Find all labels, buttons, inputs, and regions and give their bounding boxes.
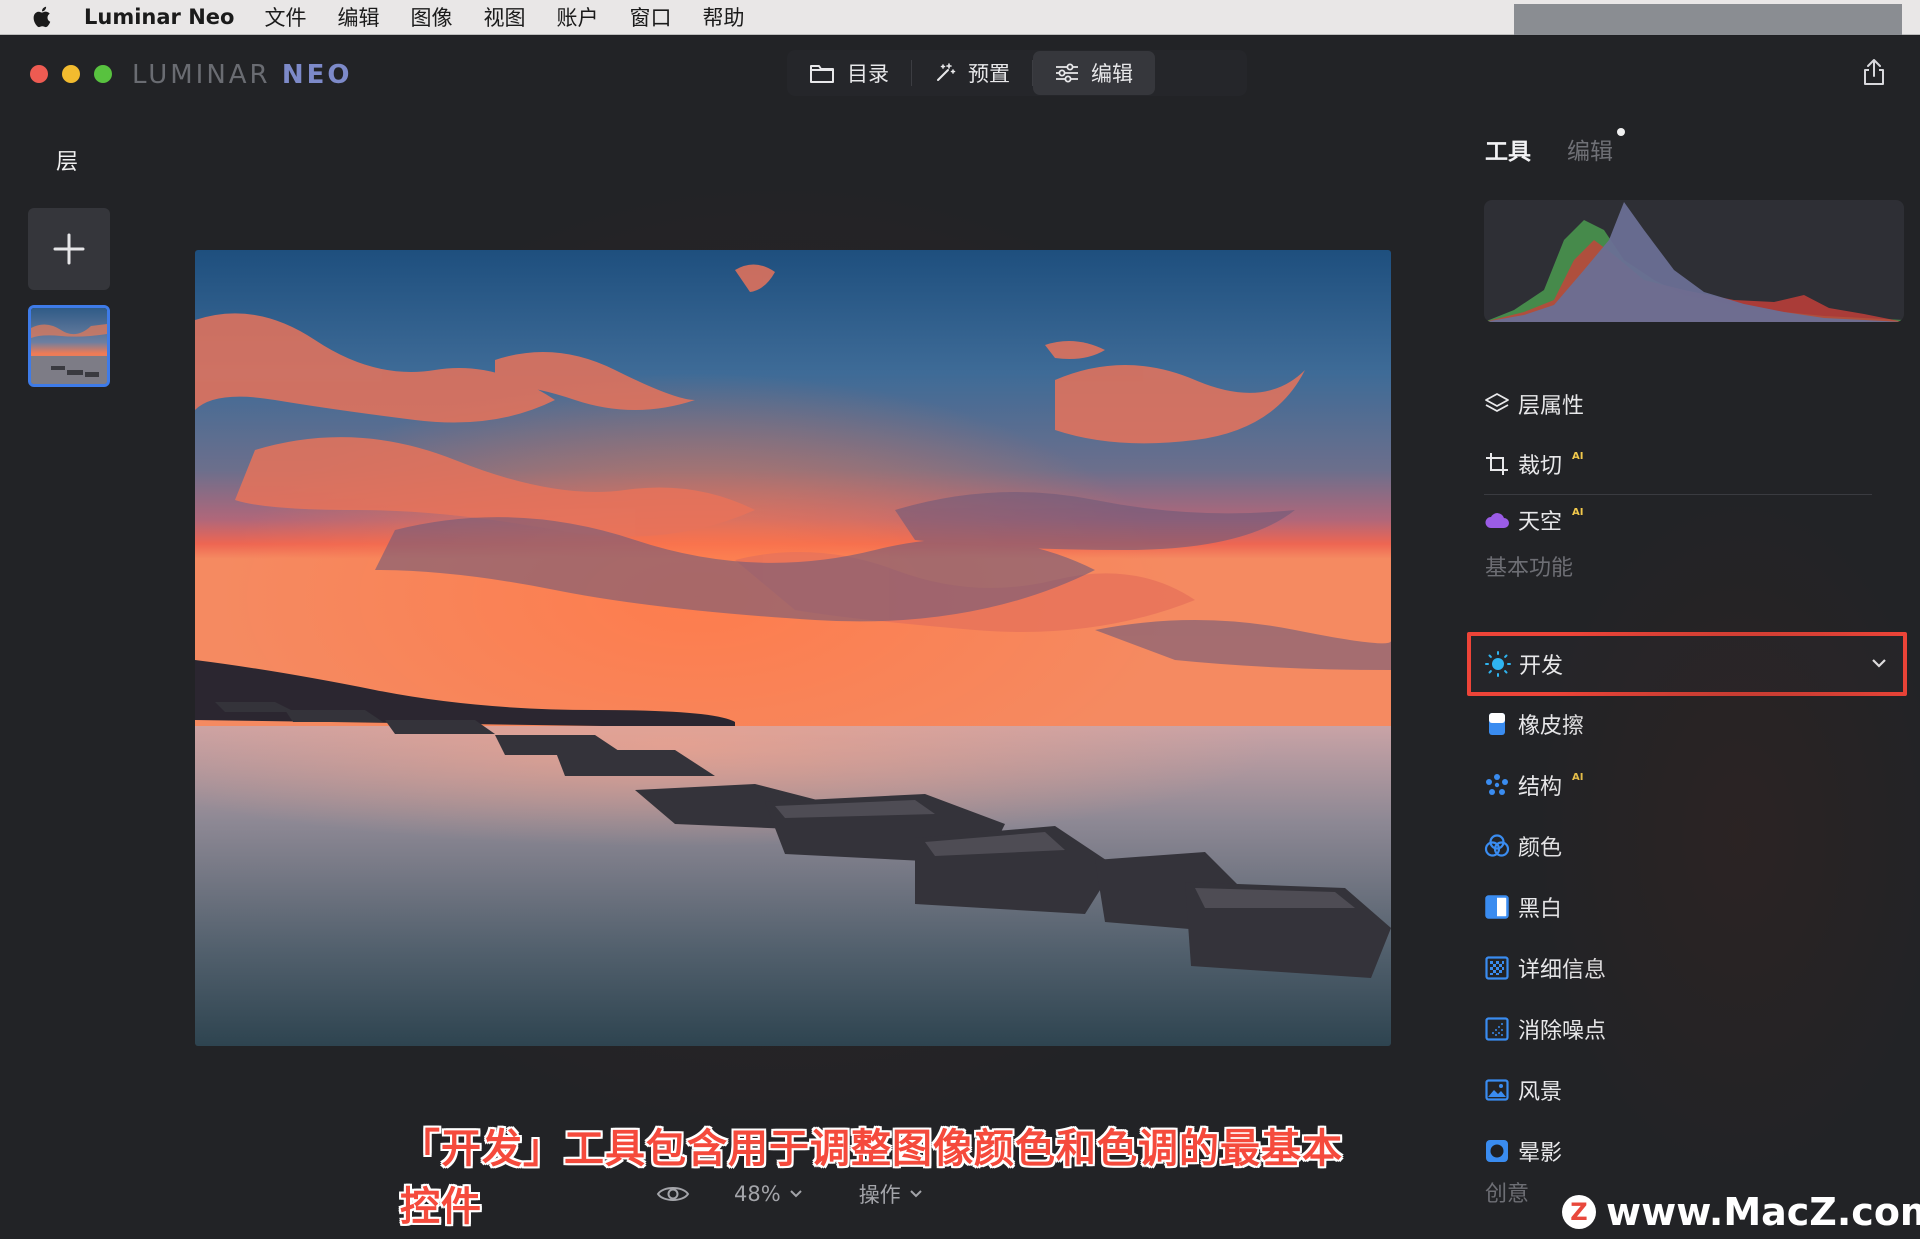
- tool-eraser[interactable]: 橡皮擦: [1484, 706, 1584, 742]
- tab-presets[interactable]: 预置: [912, 51, 1032, 95]
- layers-icon: [1484, 391, 1510, 417]
- tool-develop-label: 开发: [1519, 654, 1564, 679]
- macz-logo: Z: [1562, 1195, 1596, 1229]
- eye-icon[interactable]: [656, 1183, 690, 1205]
- tool-crop[interactable]: 裁切 AI: [1484, 446, 1583, 482]
- menu-view[interactable]: 视图: [483, 2, 525, 32]
- tool-black-white[interactable]: 黑白: [1484, 889, 1562, 925]
- tool-landscape-label: 风景: [1518, 1080, 1563, 1105]
- tool-crop-label: 裁切: [1518, 454, 1563, 479]
- structure-icon: [1484, 772, 1510, 798]
- bw-icon: [1484, 894, 1510, 920]
- histogram-graph: [1484, 202, 1904, 322]
- tab-edit-label: 编辑: [1091, 62, 1133, 86]
- share-icon[interactable]: [1862, 58, 1886, 86]
- tool-details[interactable]: 详细信息: [1484, 950, 1606, 986]
- tab-tools[interactable]: 工具: [1485, 132, 1531, 166]
- zoom-value: 48%: [734, 1182, 781, 1206]
- tool-layer-properties-label: 层属性: [1518, 394, 1585, 419]
- photo-canvas: [195, 250, 1391, 1046]
- tool-layer-properties[interactable]: 层属性: [1484, 386, 1584, 422]
- tool-details-label: 详细信息: [1518, 958, 1607, 983]
- crop-icon: [1484, 451, 1510, 477]
- menu-image[interactable]: 图像: [410, 2, 452, 32]
- menu-status-area: [1514, 4, 1902, 35]
- layers-title: 层: [56, 150, 79, 175]
- add-layer-button[interactable]: [28, 208, 110, 290]
- sun-icon: [1485, 651, 1511, 677]
- panel-divider: [1484, 494, 1872, 495]
- chevron-down-icon: [909, 1190, 922, 1198]
- chevron-down-icon: [789, 1190, 802, 1198]
- actions-dropdown[interactable]: 操作: [859, 1179, 923, 1209]
- tool-black-white-label: 黑白: [1518, 897, 1563, 922]
- tool-develop-highlighted[interactable]: 开发: [1467, 632, 1907, 696]
- histogram: [1484, 200, 1904, 322]
- tool-sky-label: 天空: [1518, 510, 1563, 535]
- ai-badge: AI: [1572, 450, 1584, 462]
- ai-badge: AI: [1572, 771, 1584, 783]
- folder-icon: [810, 65, 834, 83]
- edits-indicator-dot: [1617, 128, 1625, 136]
- tool-eraser-label: 橡皮擦: [1518, 714, 1585, 739]
- plus-icon: [53, 233, 85, 265]
- tool-denoise[interactable]: 消除噪点: [1484, 1011, 1606, 1047]
- color-icon: [1484, 833, 1510, 859]
- apple-icon[interactable]: [32, 4, 54, 30]
- tool-color[interactable]: 颜色: [1484, 828, 1562, 864]
- tab-edit[interactable]: 编辑: [1033, 51, 1155, 95]
- tab-edits[interactable]: 编辑: [1567, 128, 1625, 166]
- site-watermark: Z www.MacZ.com: [1562, 1190, 1920, 1234]
- app-window: LUMINAR NEO 目录 预置 编辑 层 「开发」工具包含用于调整图像颜色和…: [0, 36, 1920, 1239]
- tool-structure[interactable]: 结构 AI: [1484, 767, 1583, 803]
- tool-vignette-label: 晕影: [1518, 1141, 1563, 1166]
- tool-develop[interactable]: 开发: [1485, 646, 1563, 682]
- details-icon: [1484, 955, 1510, 981]
- cloud-icon: [1484, 507, 1510, 533]
- menu-edit[interactable]: 编辑: [337, 2, 379, 32]
- landscape-icon: [1484, 1077, 1510, 1103]
- watermark-text: www.MacZ.com: [1606, 1190, 1920, 1234]
- zoom-window-button[interactable]: [94, 65, 112, 83]
- ai-badge: AI: [1572, 506, 1584, 518]
- tool-structure-label: 结构: [1518, 775, 1563, 800]
- denoise-icon: [1484, 1016, 1510, 1042]
- tool-sky[interactable]: 天空 AI: [1484, 502, 1583, 538]
- vignette-icon: [1484, 1138, 1510, 1164]
- eraser-icon: [1484, 711, 1510, 737]
- menu-file[interactable]: 文件: [264, 2, 306, 32]
- actions-label: 操作: [858, 1183, 901, 1207]
- tab-catalog[interactable]: 目录: [787, 51, 911, 95]
- section-creative-label: 创意: [1485, 1182, 1530, 1207]
- tool-vignette[interactable]: 晕影: [1484, 1133, 1562, 1169]
- minimize-window-button[interactable]: [62, 65, 80, 83]
- menu-window[interactable]: 窗口: [629, 2, 671, 32]
- tab-presets-label: 预置: [968, 62, 1010, 86]
- menu-app-name[interactable]: Luminar Neo: [84, 5, 234, 29]
- section-essentials-label: 基本功能: [1485, 556, 1574, 581]
- tab-catalog-label: 目录: [847, 62, 889, 86]
- tab-edits-label: 编辑: [1567, 139, 1613, 165]
- tool-landscape[interactable]: 风景: [1484, 1072, 1562, 1108]
- magic-wand-icon: [937, 63, 956, 81]
- logo-text-luminar: LUMINAR: [132, 60, 271, 90]
- sliders-icon: [1056, 63, 1078, 83]
- app-logo: LUMINAR NEO: [132, 60, 353, 90]
- layer-thumbnail[interactable]: [28, 305, 110, 387]
- main-photo[interactable]: [195, 250, 1391, 1046]
- close-window-button[interactable]: [30, 65, 48, 83]
- menu-help[interactable]: 帮助: [702, 2, 744, 32]
- tutorial-caption: 「开发」工具包含用于调整图像颜色和色调的最基本控件: [400, 1126, 1343, 1230]
- bottom-toolbar: 48% 操作: [656, 1176, 923, 1212]
- chevron-down-icon[interactable]: [1869, 653, 1889, 673]
- layer-thumbnail-image: [31, 308, 107, 384]
- menu-account[interactable]: 账户: [556, 2, 598, 32]
- tool-denoise-label: 消除噪点: [1518, 1019, 1607, 1044]
- top-navigation: 目录 预置 编辑: [787, 50, 1247, 96]
- tool-color-label: 颜色: [1518, 836, 1563, 861]
- logo-text-neo: NEO: [281, 60, 353, 90]
- menu-bar: Luminar Neo 文件 编辑 图像 视图 账户 窗口 帮助: [0, 0, 1920, 35]
- zoom-dropdown[interactable]: 48%: [734, 1182, 803, 1206]
